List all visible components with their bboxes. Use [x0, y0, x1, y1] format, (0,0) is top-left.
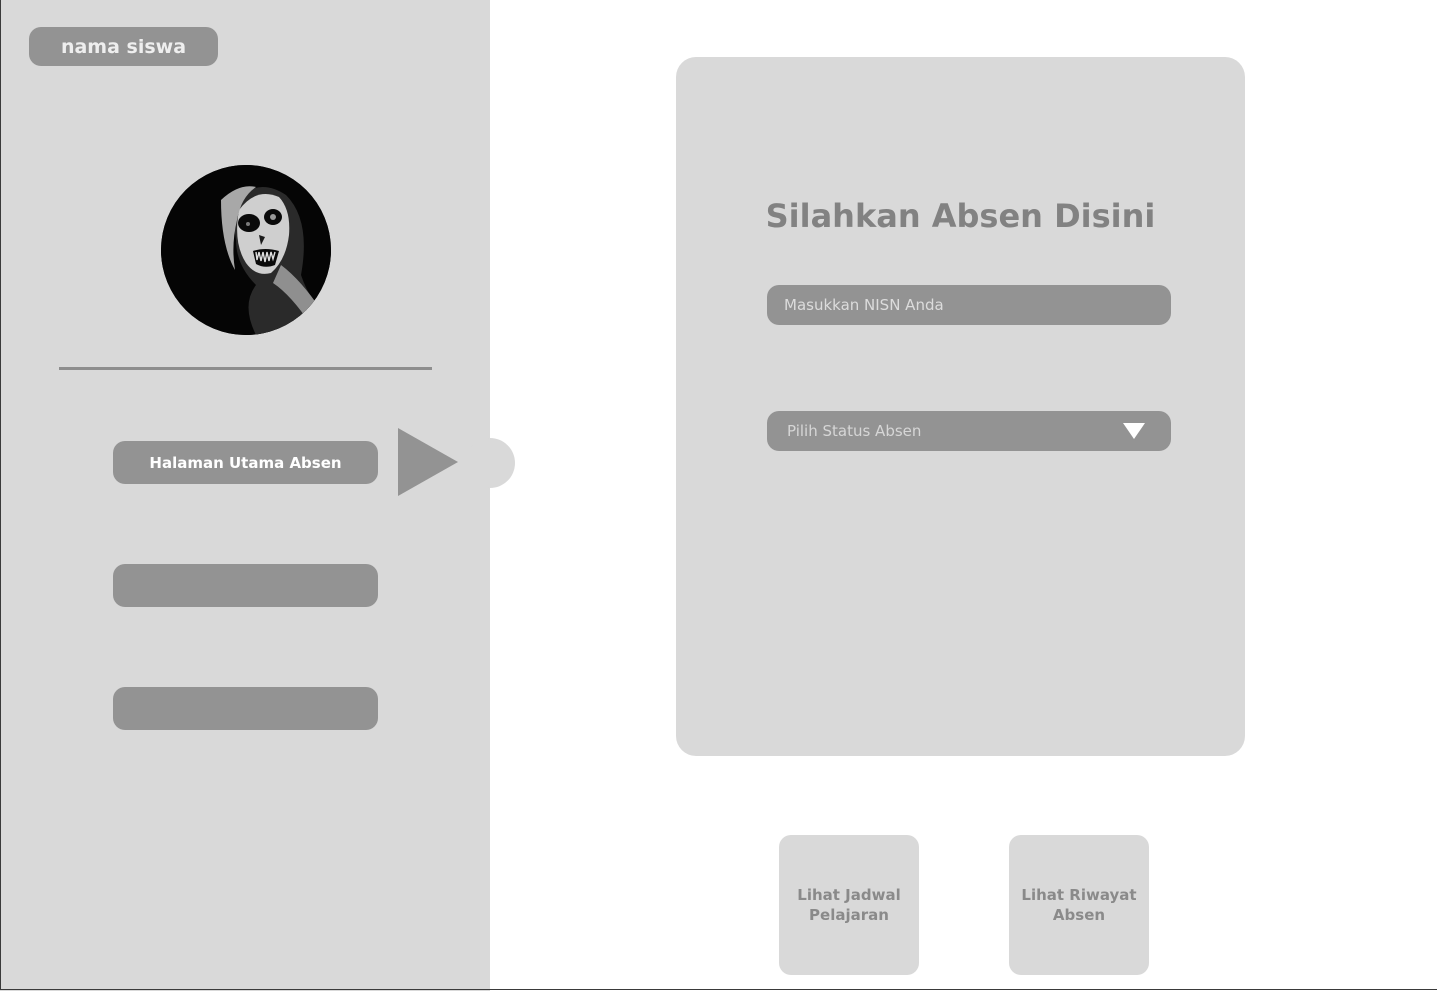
status-select[interactable]: Pilih Status Absen	[767, 411, 1171, 451]
active-nav-arrow-icon	[398, 428, 458, 496]
sidebar-toggle-handle[interactable]	[465, 438, 515, 488]
avatar	[161, 165, 331, 335]
page-title: Silahkan Absen Disini	[765, 197, 1156, 235]
sidebar-divider	[59, 367, 432, 370]
nav-item-2[interactable]	[113, 564, 378, 607]
nav-item-halaman-utama-absen[interactable]: Halaman Utama Absen	[113, 441, 378, 484]
chevron-down-icon	[1123, 423, 1145, 439]
view-history-button[interactable]: Lihat Riwayat Absen	[1009, 835, 1149, 975]
student-name-badge: nama siswa	[29, 27, 218, 66]
status-select-label: Pilih Status Absen	[787, 422, 922, 440]
avatar-photo	[161, 165, 331, 335]
nav-item-3[interactable]	[113, 687, 378, 730]
sidebar: nama siswa Halaman Utama Absen	[0, 0, 490, 991]
attendance-card: Silahkan Absen Disini	[676, 57, 1245, 756]
view-schedule-button[interactable]: Lihat Jadwal Pelajaran	[779, 835, 919, 975]
page: nama siswa Halaman Utama Absen Silahkan …	[0, 0, 1438, 991]
nisn-input[interactable]	[767, 285, 1171, 325]
